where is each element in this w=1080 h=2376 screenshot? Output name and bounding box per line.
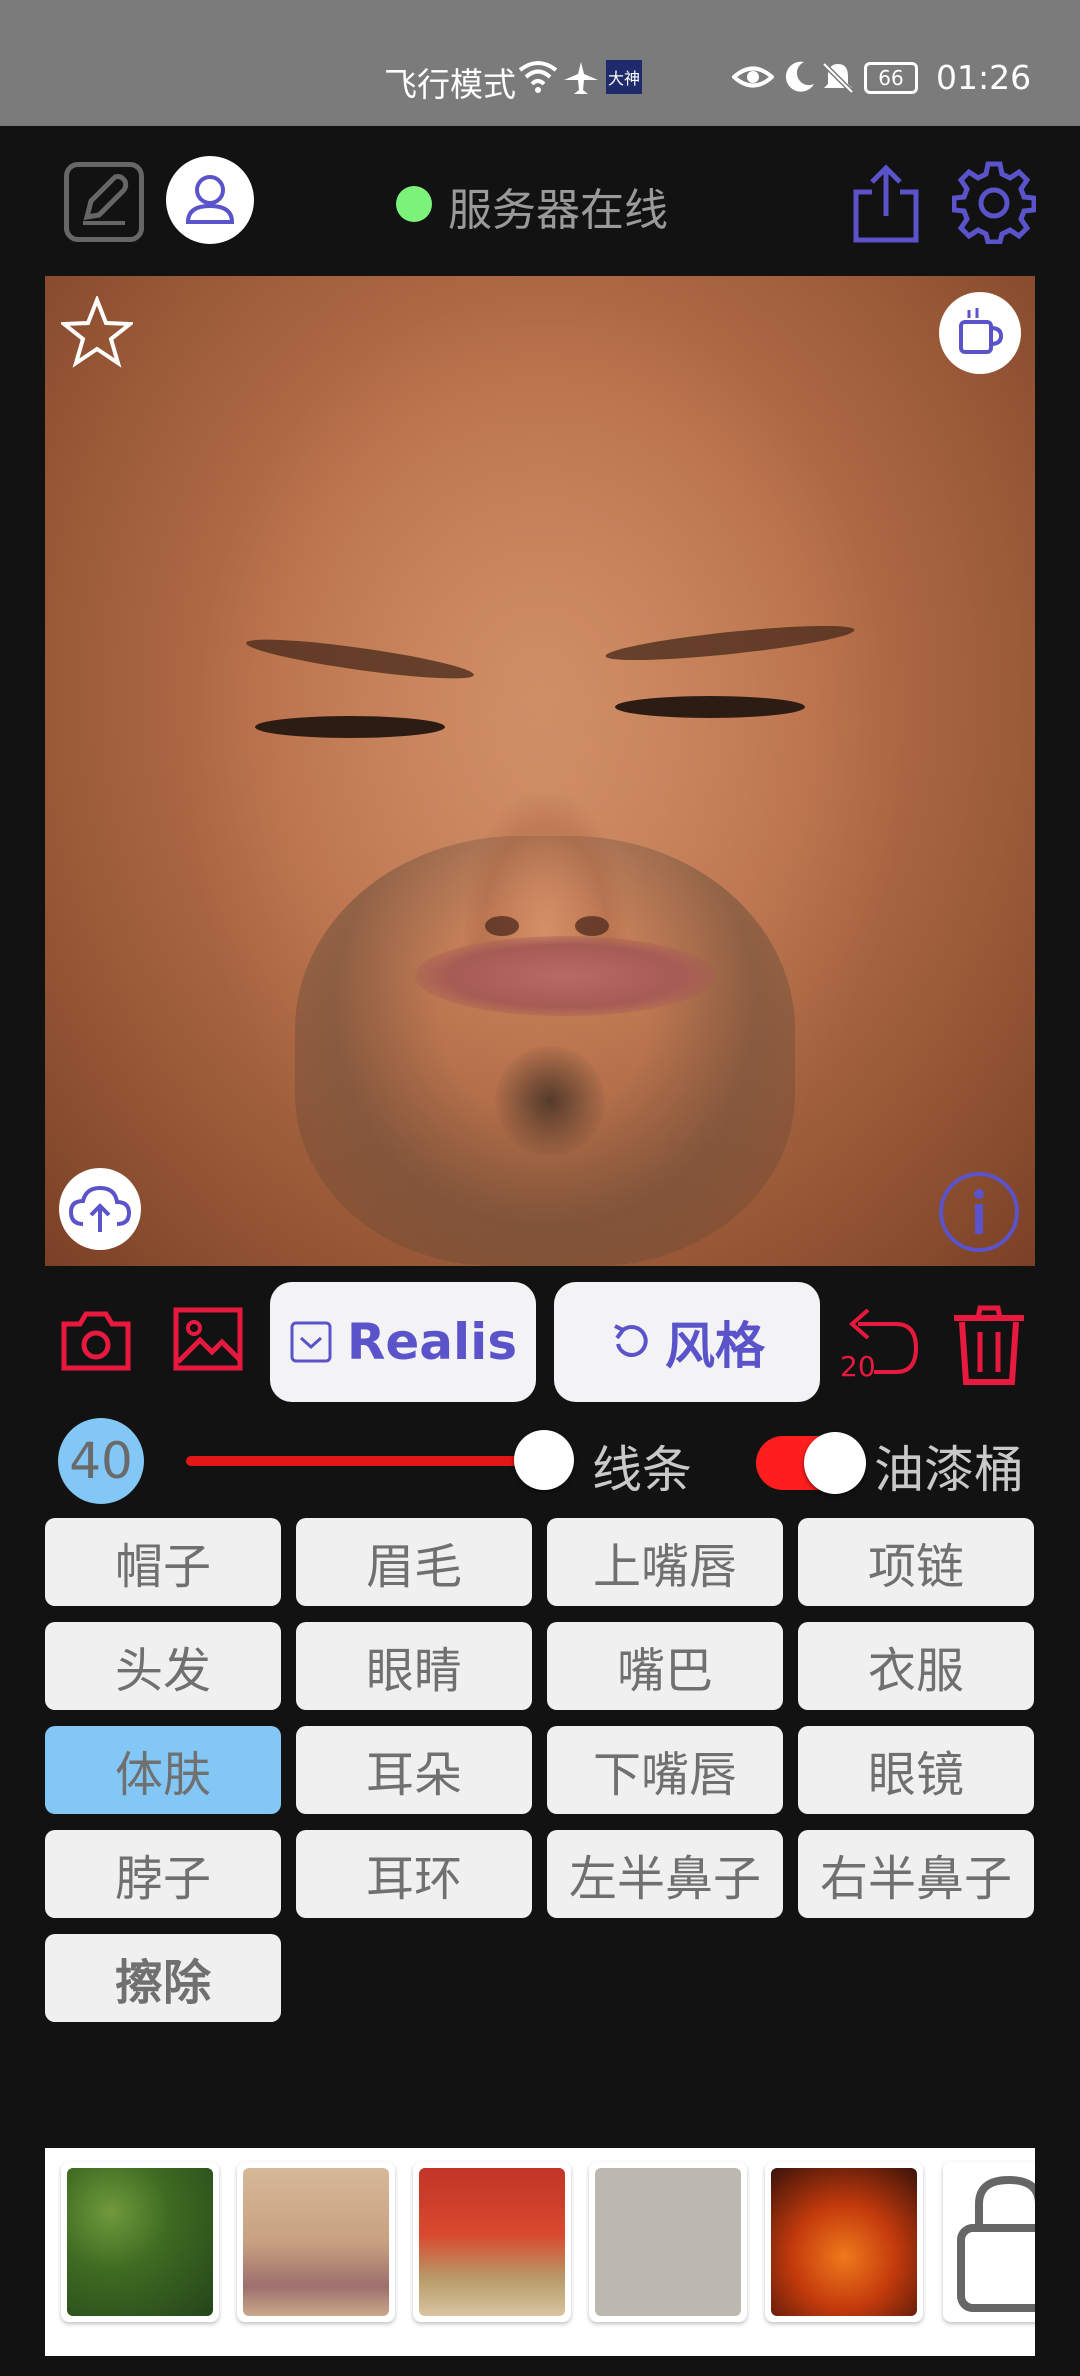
right-eye (615, 696, 805, 718)
realis-button[interactable]: Realis (270, 1282, 536, 1402)
edit-button[interactable] (64, 162, 144, 242)
part-eyebrows[interactable]: 眉毛 (296, 1518, 532, 1606)
brush-size-slider-thumb[interactable] (514, 1430, 574, 1490)
battery-icon: 66 (864, 62, 918, 94)
part-selection-grid: 帽子 眉毛 上嘴唇 项链 头发 眼睛 嘴巴 衣服 体肤 耳朵 下嘴唇 眼镜 脖子… (45, 1518, 1035, 2022)
part-right-nose[interactable]: 右半鼻子 (798, 1830, 1034, 1918)
bucket-toggle-thumb[interactable] (804, 1432, 866, 1494)
gallery-icon[interactable] (172, 1306, 244, 1372)
part-necklace[interactable]: 项链 (798, 1518, 1034, 1606)
part-lower-lip[interactable]: 下嘴唇 (547, 1726, 783, 1814)
part-skin[interactable]: 体肤 (45, 1726, 281, 1814)
fire-texture (771, 2168, 917, 2316)
pen-icon (83, 174, 129, 225)
part-upper-lip[interactable]: 上嘴唇 (547, 1518, 783, 1606)
texture-thumb[interactable] (61, 2162, 219, 2322)
cloud-upload-button[interactable] (59, 1168, 141, 1250)
status-bar: 飞行模式 大神 66 01:26 (0, 0, 1080, 126)
part-glasses[interactable]: 眼镜 (798, 1726, 1034, 1814)
star-icon[interactable] (61, 296, 133, 368)
texture-thumb[interactable] (413, 2162, 571, 2322)
brush-size-indicator: 40 (58, 1418, 144, 1504)
top-app-bar: 服务器在线 (0, 126, 1080, 276)
mute-bell-icon (822, 62, 854, 94)
part-hat[interactable]: 帽子 (45, 1518, 281, 1606)
server-status-text: 服务器在线 (448, 185, 668, 236)
moon-icon (785, 61, 814, 92)
erase-button[interactable]: 擦除 (45, 1934, 281, 2022)
app-badge: 大神 (606, 60, 642, 94)
realis-label: Realis (346, 1313, 518, 1371)
tool-row: Realis 风格 20 (0, 1276, 1080, 1406)
coffee-button[interactable] (939, 292, 1021, 374)
server-status-dot (396, 186, 432, 222)
part-eyes[interactable]: 眼睛 (296, 1622, 532, 1710)
gray-watermark-texture (595, 2168, 741, 2316)
style-button[interactable]: 风格 (554, 1282, 820, 1402)
wifi-icon (518, 61, 558, 93)
battery-level: 66 (878, 66, 904, 90)
cloud-upload-icon (68, 1185, 132, 1232)
part-mouth[interactable]: 嘴巴 (547, 1622, 783, 1710)
gear-icon[interactable] (952, 160, 1036, 244)
user-icon (185, 175, 235, 224)
airplane-icon (564, 62, 598, 94)
undo-count: 20 (840, 1350, 876, 1383)
eye-icon (732, 66, 774, 88)
lines-label: 线条 (592, 1441, 692, 1499)
goatee (495, 1046, 605, 1156)
texture-thumb[interactable] (237, 2162, 395, 2322)
bucket-label: 油漆桶 (874, 1441, 1024, 1499)
locked-texture-thumb[interactable] (943, 2162, 1035, 2322)
share-icon[interactable] (848, 162, 924, 244)
photo-canvas[interactable] (45, 276, 1035, 1266)
green-foliage-texture (67, 2168, 213, 2316)
trash-icon[interactable] (950, 1304, 1028, 1386)
left-eye (255, 716, 445, 738)
part-earrings[interactable]: 耳环 (296, 1830, 532, 1918)
coffee-cup-icon (959, 308, 1004, 354)
profile-button[interactable] (166, 156, 254, 244)
right-nostril (575, 916, 609, 936)
camera-icon[interactable] (60, 1308, 132, 1374)
brush-size-value: 40 (69, 1432, 133, 1490)
part-neck[interactable]: 脖子 (45, 1830, 281, 1918)
texture-thumb[interactable] (589, 2162, 747, 2322)
info-icon[interactable] (937, 1170, 1021, 1254)
part-hair[interactable]: 头发 (45, 1622, 281, 1710)
red-blossom-texture (419, 2168, 565, 2316)
brush-size-slider-track[interactable] (186, 1456, 546, 1466)
lock-icon (957, 2175, 1035, 2312)
part-left-nose[interactable]: 左半鼻子 (547, 1830, 783, 1918)
clock: 01:26 (936, 58, 1032, 97)
texture-strip[interactable] (45, 2148, 1035, 2356)
left-nostril (485, 916, 519, 936)
style-label: 风格 (665, 1317, 765, 1375)
part-ears[interactable]: 耳朵 (296, 1726, 532, 1814)
airplane-mode-label: 飞行模式 (384, 65, 516, 104)
rotate-icon (614, 1324, 648, 1357)
lips (415, 936, 715, 1016)
checkbox-icon (290, 1321, 332, 1363)
flower-petal-texture (243, 2168, 389, 2316)
texture-thumb[interactable] (765, 2162, 923, 2322)
part-clothes[interactable]: 衣服 (798, 1622, 1034, 1710)
